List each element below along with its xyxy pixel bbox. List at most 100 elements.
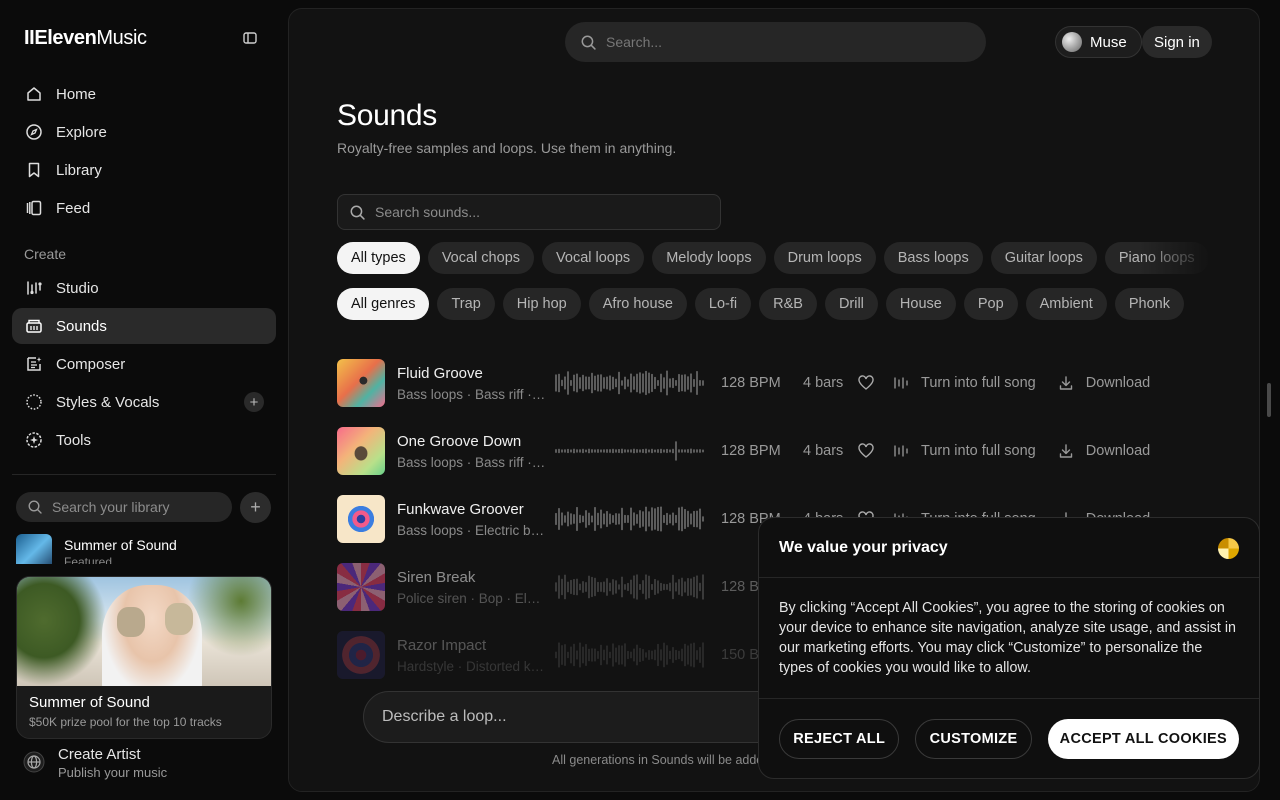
library-add-button[interactable]: + (240, 492, 271, 523)
sidebar: IIElevenMusic Home Explore Library Feed … (0, 0, 288, 800)
global-search-input[interactable] (606, 34, 966, 50)
app-logo[interactable]: IIElevenMusic (24, 27, 147, 50)
styles-icon (24, 392, 44, 412)
sounds-search-input[interactable] (375, 204, 695, 220)
nav-feed[interactable]: Feed (12, 190, 276, 226)
sound-thumbnail (337, 427, 385, 475)
chip-bass-loops[interactable]: Bass loops (883, 242, 983, 274)
loop-prompt-input[interactable] (382, 708, 822, 726)
sidebar-toggle-icon[interactable] (242, 30, 258, 46)
chip-lo-fi[interactable]: Lo-fi (694, 288, 752, 320)
globe-icon (23, 751, 45, 773)
waveform[interactable] (555, 368, 705, 398)
download-label: Download (1085, 443, 1151, 459)
genre-filter-chips: All genres Trap Hip hop Afro house Lo-fi… (337, 288, 1184, 320)
chip-hip-hop[interactable]: Hip hop (502, 288, 581, 320)
chip-guitar-loops[interactable]: Guitar loops (990, 242, 1097, 274)
promo-card[interactable]: Summer of Sound $50K prize pool for the … (16, 576, 272, 739)
promo-image (17, 577, 271, 686)
muse-orb-icon (1062, 32, 1082, 52)
sound-tags: Hardstyle · Distorted kick (397, 658, 547, 674)
library-search-input[interactable] (52, 499, 212, 515)
download-label: Download (1085, 375, 1151, 391)
nav-tools-label: Tools (56, 431, 92, 449)
library-item-title: Summer of Sound (64, 537, 177, 553)
customize-button[interactable]: CUSTOMIZE (915, 719, 1032, 759)
sound-tags: Bass loops · Bass riff · Funk (397, 454, 547, 470)
global-search[interactable] (565, 22, 986, 62)
sound-row[interactable]: Fluid Groove Bass loops · Bass riff · Fu… (337, 349, 1217, 417)
sound-row[interactable]: One Groove Down Bass loops · Bass riff ·… (337, 417, 1217, 485)
chip-trap[interactable]: Trap (437, 288, 495, 320)
chip-vocal-loops[interactable]: Vocal loops (542, 242, 645, 274)
heart-icon[interactable] (857, 442, 875, 460)
heart-icon[interactable] (857, 374, 875, 392)
turn-label: Turn into full song (921, 375, 1036, 391)
reject-all-button[interactable]: REJECT ALL (779, 719, 900, 759)
chip-afro-house[interactable]: Afro house (588, 288, 687, 320)
nav-sounds-label: Sounds (56, 317, 107, 335)
chip-all-genres[interactable]: All genres (337, 288, 430, 320)
cookie-brand-icon (1218, 538, 1239, 559)
chip-rnb[interactable]: R&B (759, 288, 817, 320)
nav-library[interactable]: Library (12, 152, 276, 188)
sound-title: Siren Break (397, 568, 476, 586)
add-style-button[interactable]: + (244, 392, 264, 412)
muse-button[interactable]: Muse (1055, 26, 1142, 58)
sign-in-button[interactable]: Sign in (1142, 26, 1212, 58)
chip-all-types[interactable]: All types (337, 242, 420, 274)
create-section-label: Create (24, 246, 67, 262)
search-icon (350, 205, 365, 220)
nav-styles-vocals[interactable]: Styles & Vocals + (12, 384, 276, 420)
page-scrollbar[interactable] (1267, 383, 1271, 417)
turn-into-song-button[interactable]: Turn into full song (893, 375, 1036, 391)
sound-title: Funkwave Groover (397, 500, 524, 518)
chip-pop[interactable]: Pop (963, 288, 1018, 320)
nav-tools[interactable]: Tools (12, 422, 276, 458)
waveform[interactable] (555, 504, 705, 534)
chip-house[interactable]: House (885, 288, 956, 320)
library-item[interactable]: Summer of Sound Featured (16, 534, 276, 564)
studio-icon (894, 377, 908, 389)
search-icon (581, 35, 596, 50)
waveform[interactable] (555, 572, 705, 602)
sound-bars: 4 bars (803, 375, 844, 391)
chip-melody-loops[interactable]: Melody loops (652, 242, 766, 274)
library-search[interactable] (16, 492, 232, 522)
studio-icon (24, 278, 44, 298)
sound-bars: 4 bars (803, 443, 844, 459)
promo-title: Summer of Sound (29, 694, 150, 711)
nav-styles-label: Styles & Vocals (56, 393, 160, 411)
download-icon (1059, 376, 1072, 390)
nav-sounds[interactable]: Sounds (12, 308, 276, 344)
nav-studio-label: Studio (56, 279, 99, 297)
waveform[interactable] (555, 640, 705, 670)
create-artist-link[interactable]: Create Artist Publish your music (22, 746, 167, 780)
sounds-search[interactable] (337, 194, 721, 230)
nav-home-label: Home (56, 85, 97, 103)
sound-tags: Bass loops · Electric bass (397, 522, 547, 538)
nav-studio[interactable]: Studio (12, 270, 276, 306)
chip-ambient[interactable]: Ambient (1025, 288, 1107, 320)
home-icon (24, 84, 44, 104)
chip-drill[interactable]: Drill (824, 288, 878, 320)
sound-tags: Bass loops · Bass riff · Funk (397, 386, 547, 402)
cookie-consent-dialog: We value your privacy By clicking “Accep… (758, 517, 1260, 779)
studio-icon (894, 445, 908, 457)
compass-icon (24, 122, 44, 142)
accept-all-cookies-button[interactable]: ACCEPT ALL COOKIES (1047, 719, 1239, 759)
library-item-subtitle: Featured (64, 555, 113, 564)
waveform[interactable] (555, 436, 705, 466)
download-button[interactable]: Download (1058, 443, 1151, 459)
download-icon (1059, 444, 1072, 458)
chip-drum-loops[interactable]: Drum loops (773, 242, 876, 274)
turn-into-song-button[interactable]: Turn into full song (893, 443, 1036, 459)
nav-home[interactable]: Home (12, 76, 276, 112)
chip-vocal-chops[interactable]: Vocal chops (427, 242, 535, 274)
tools-icon (24, 430, 44, 450)
create-artist-subtitle: Publish your music (58, 765, 168, 780)
nav-explore[interactable]: Explore (12, 114, 276, 150)
nav-composer[interactable]: Composer (12, 346, 276, 382)
download-button[interactable]: Download (1058, 375, 1151, 391)
chip-phonk[interactable]: Phonk (1114, 288, 1184, 320)
